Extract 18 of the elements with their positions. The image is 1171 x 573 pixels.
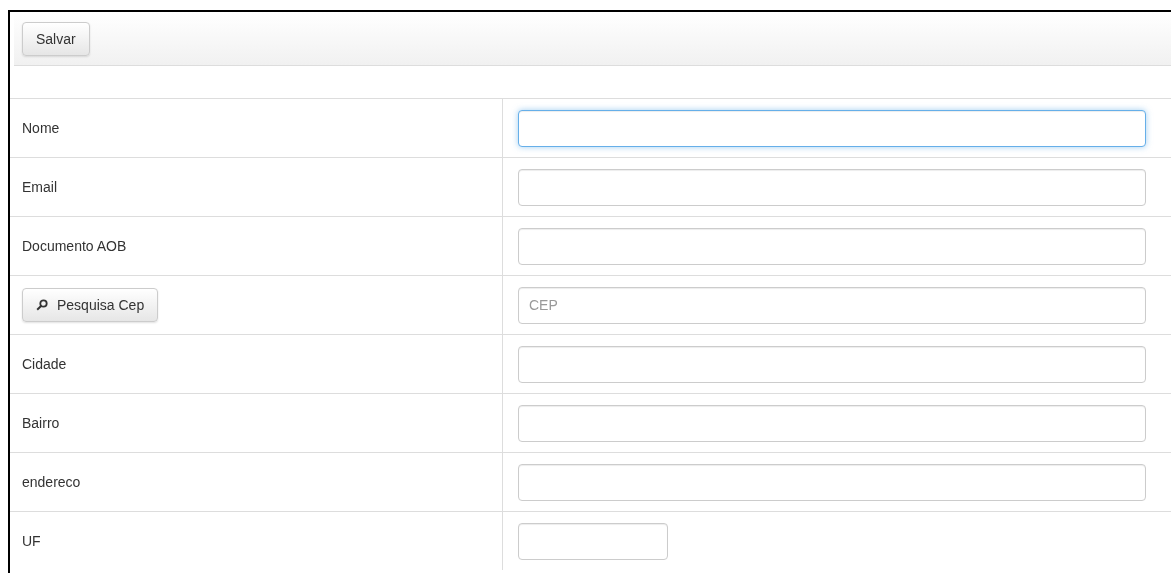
input-field[interactable] [518,168,1146,206]
search-cep-button[interactable]: Pesquisa Cep [22,288,159,322]
input-field[interactable] [518,463,1146,501]
field-label: Documento AOB [22,238,127,254]
input-field[interactable] [518,522,668,560]
field-label: Cidade [22,356,67,372]
input-field[interactable] [518,109,1146,147]
field-label: Bairro [22,415,60,431]
search-icon [36,299,48,311]
field-label: Nome [22,120,60,136]
save-button[interactable]: Salvar [22,21,90,56]
input-field[interactable] [518,404,1146,442]
input-field[interactable] [518,227,1146,265]
input-field[interactable] [518,345,1146,383]
field-label: UF [22,533,41,549]
input-field[interactable]: CEP [518,286,1146,324]
field-label: endereco [22,474,81,490]
field-label: Email [22,179,57,195]
